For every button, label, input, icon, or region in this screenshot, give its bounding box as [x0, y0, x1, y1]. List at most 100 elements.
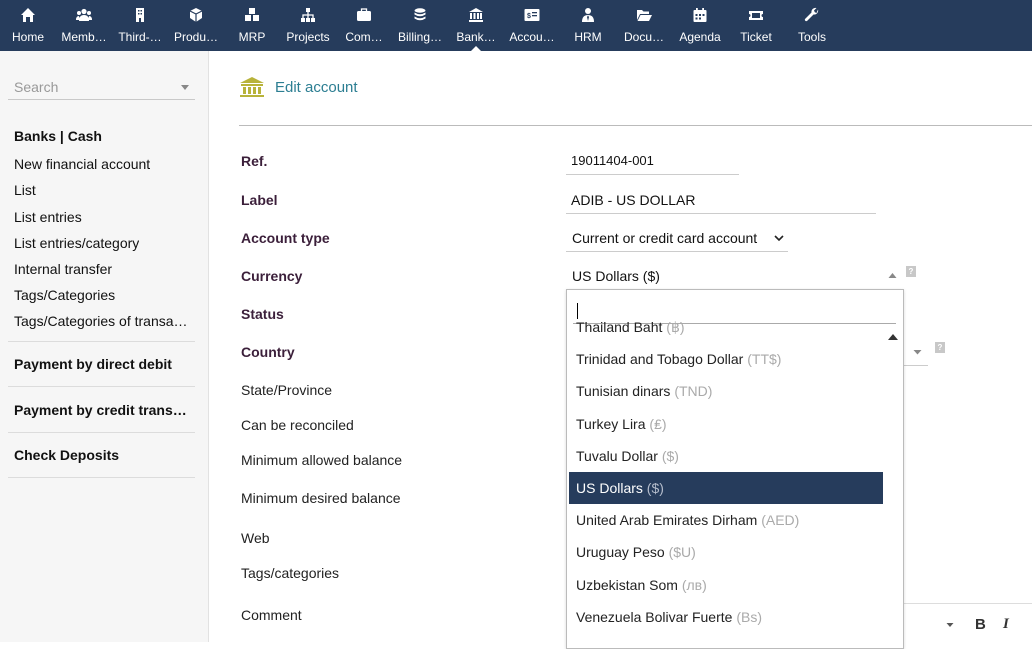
chevron-down-icon[interactable] — [913, 349, 922, 355]
currency-option-symbol: ($) — [661, 447, 679, 464]
country-underline — [904, 365, 928, 366]
nav-item-label: Billing… — [397, 30, 442, 44]
sidebar-item-list-entries[interactable]: List entries — [14, 209, 82, 225]
currency-option-name: Uruguay Peso — [576, 544, 665, 561]
sidebar-item-list-entries-category[interactable]: List entries/category — [14, 235, 139, 251]
sidebar-item-internal-transfer[interactable]: Internal transfer — [14, 261, 112, 277]
nav-item-coins[interactable]: Billing… — [392, 0, 448, 51]
ref-underline — [566, 174, 739, 175]
currency-option[interactable]: Venezuela Bolivar Fuerte (Bs) — [569, 601, 883, 633]
min-allowed-label: Minimum allowed balance — [241, 452, 403, 468]
state-label: State/Province — [241, 382, 333, 398]
currency-option-name: US Dollars — [576, 480, 643, 496]
nav-item-label: Ticket — [740, 30, 772, 44]
nav-item-user-tie[interactable]: HRM — [560, 0, 616, 51]
building-icon — [132, 7, 148, 23]
nav-item-sitemap[interactable]: Projects — [280, 0, 336, 51]
nav-item-briefcase[interactable]: Com… — [336, 0, 392, 51]
folder-open-icon — [636, 7, 652, 23]
sidebar-section-check-deposits[interactable]: Check Deposits — [14, 447, 119, 463]
bank-icon — [468, 7, 484, 23]
nav-item-ticket[interactable]: Ticket — [728, 0, 784, 51]
ref-field[interactable]: 19011404-001 — [571, 153, 654, 168]
search-select[interactable]: Search — [8, 76, 195, 100]
currency-option-name: Trinidad and Tobago Dollar — [576, 351, 744, 368]
currency-dropdown: Thailand Baht (฿) Trinidad and Tobago Dol… — [566, 289, 904, 649]
currency-label: Currency — [241, 268, 303, 284]
currency-option[interactable]: United Arab Emirates Dirham (AED) — [569, 504, 883, 536]
sidebar-item-new-financial-account[interactable]: New financial account — [14, 156, 150, 172]
sidebar-section-banks[interactable]: Banks | Cash — [14, 128, 102, 144]
currency-option[interactable]: Tuvalu Dollar ($) — [569, 440, 883, 472]
search-placeholder: Search — [14, 79, 59, 95]
country-label: Country — [241, 344, 295, 360]
status-label: Status — [241, 306, 284, 322]
top-navigation-bar: Home Memb… Third-… Produ… MRP Projects Com… Bil… — [0, 0, 1032, 51]
sidebar-item-tags-categories[interactable]: Tags/Categories — [14, 287, 115, 303]
dropdown-scrollbar[interactable] — [886, 330, 900, 648]
divider — [8, 341, 195, 342]
help-icon[interactable]: ? — [906, 266, 916, 277]
divider — [8, 477, 195, 478]
home-icon — [20, 7, 36, 23]
scroll-up-icon[interactable] — [888, 334, 898, 340]
nav-item-cube[interactable]: Produ… — [168, 0, 224, 51]
svg-text:$: $ — [527, 13, 531, 20]
currency-option-symbol: (₤) — [649, 415, 667, 432]
page-title: Edit account — [275, 79, 358, 96]
nav-item-calendar[interactable]: Agenda — [672, 0, 728, 51]
currency-option[interactable]: US Dollars ($) — [569, 472, 883, 504]
currency-option[interactable]: Turkey Lira (₤) — [569, 408, 883, 440]
ref-label: Ref. — [241, 153, 268, 169]
sidebar-item-list[interactable]: List — [14, 182, 36, 198]
currency-option-name: Uzbekistan Som — [576, 576, 678, 593]
currency-option[interactable]: Trinidad and Tobago Dollar (TT$) — [569, 343, 883, 375]
nav-item-folder-open[interactable]: Docu… — [616, 0, 672, 51]
chevron-down-icon[interactable] — [946, 622, 954, 628]
currency-option[interactable]: Uzbekistan Som (лв) — [569, 569, 883, 601]
account-type-select[interactable]: Current or credit card account — [572, 230, 757, 246]
chevron-down-icon[interactable] — [181, 85, 189, 90]
nav-item-accounting[interactable]: $ Accou… — [504, 0, 560, 51]
sidebar-section-direct-debit[interactable]: Payment by direct debit — [14, 356, 172, 372]
nav-item-label: Third-… — [118, 30, 162, 44]
nav-item-bank[interactable]: Bank… — [448, 0, 504, 51]
nav-item-building[interactable]: Third-… — [112, 0, 168, 51]
nav-item-home[interactable]: Home — [0, 0, 56, 51]
main-content: Edit account Ref. 19011404-001 Label ADI… — [209, 51, 1032, 649]
currency-option-symbol: (AED) — [761, 512, 800, 529]
sitemap-icon — [300, 7, 316, 23]
currency-option[interactable]: Tunisian dinars (TND) — [569, 375, 883, 407]
nav-item-label: Docu… — [623, 30, 664, 44]
label-field[interactable]: ADIB - US DOLLAR — [571, 192, 695, 208]
user-tie-icon — [580, 7, 596, 23]
help-icon[interactable]: ? — [935, 342, 945, 353]
nav-item-label: HRM — [574, 30, 602, 44]
chevron-down-icon[interactable] — [774, 234, 784, 242]
sidebar-item-tags-categories-transactions[interactable]: Tags/Categories of transa… — [14, 313, 188, 329]
currency-option-name: Turkey Lira — [576, 415, 646, 432]
currency-select[interactable]: US Dollars ($) — [572, 268, 660, 284]
chevron-up-icon[interactable] — [888, 272, 897, 279]
currency-option[interactable]: Uruguay Peso ($U) — [569, 536, 883, 568]
nav-item-wrench[interactable]: Tools — [784, 0, 840, 51]
nav-item-label: Com… — [345, 30, 383, 44]
currency-option-symbol: ($U) — [668, 544, 696, 561]
currency-option-name: United Arab Emirates Dirham — [576, 512, 758, 529]
italic-button[interactable]: I — [1003, 616, 1009, 633]
nav-item-label: Tools — [797, 30, 826, 44]
label-underline — [566, 213, 876, 214]
currency-option-symbol: (TND) — [674, 383, 713, 400]
nav-item-label: MRP — [238, 30, 266, 44]
currency-option[interactable]: Thailand Baht (฿) — [569, 311, 883, 343]
nav-item-label: Produ… — [173, 30, 219, 44]
accounting-icon: $ — [524, 7, 540, 23]
bold-button[interactable]: B — [975, 616, 986, 633]
currency-option-symbol: (฿) — [666, 319, 685, 335]
currency-option-symbol: ($) — [646, 480, 664, 496]
min-desired-label: Minimum desired balance — [241, 490, 401, 506]
nav-item-cubes[interactable]: MRP — [224, 0, 280, 51]
sidebar-section-credit-transfer[interactable]: Payment by credit transa… — [14, 402, 194, 418]
label-label: Label — [241, 192, 278, 208]
nav-item-members[interactable]: Memb… — [56, 0, 112, 51]
